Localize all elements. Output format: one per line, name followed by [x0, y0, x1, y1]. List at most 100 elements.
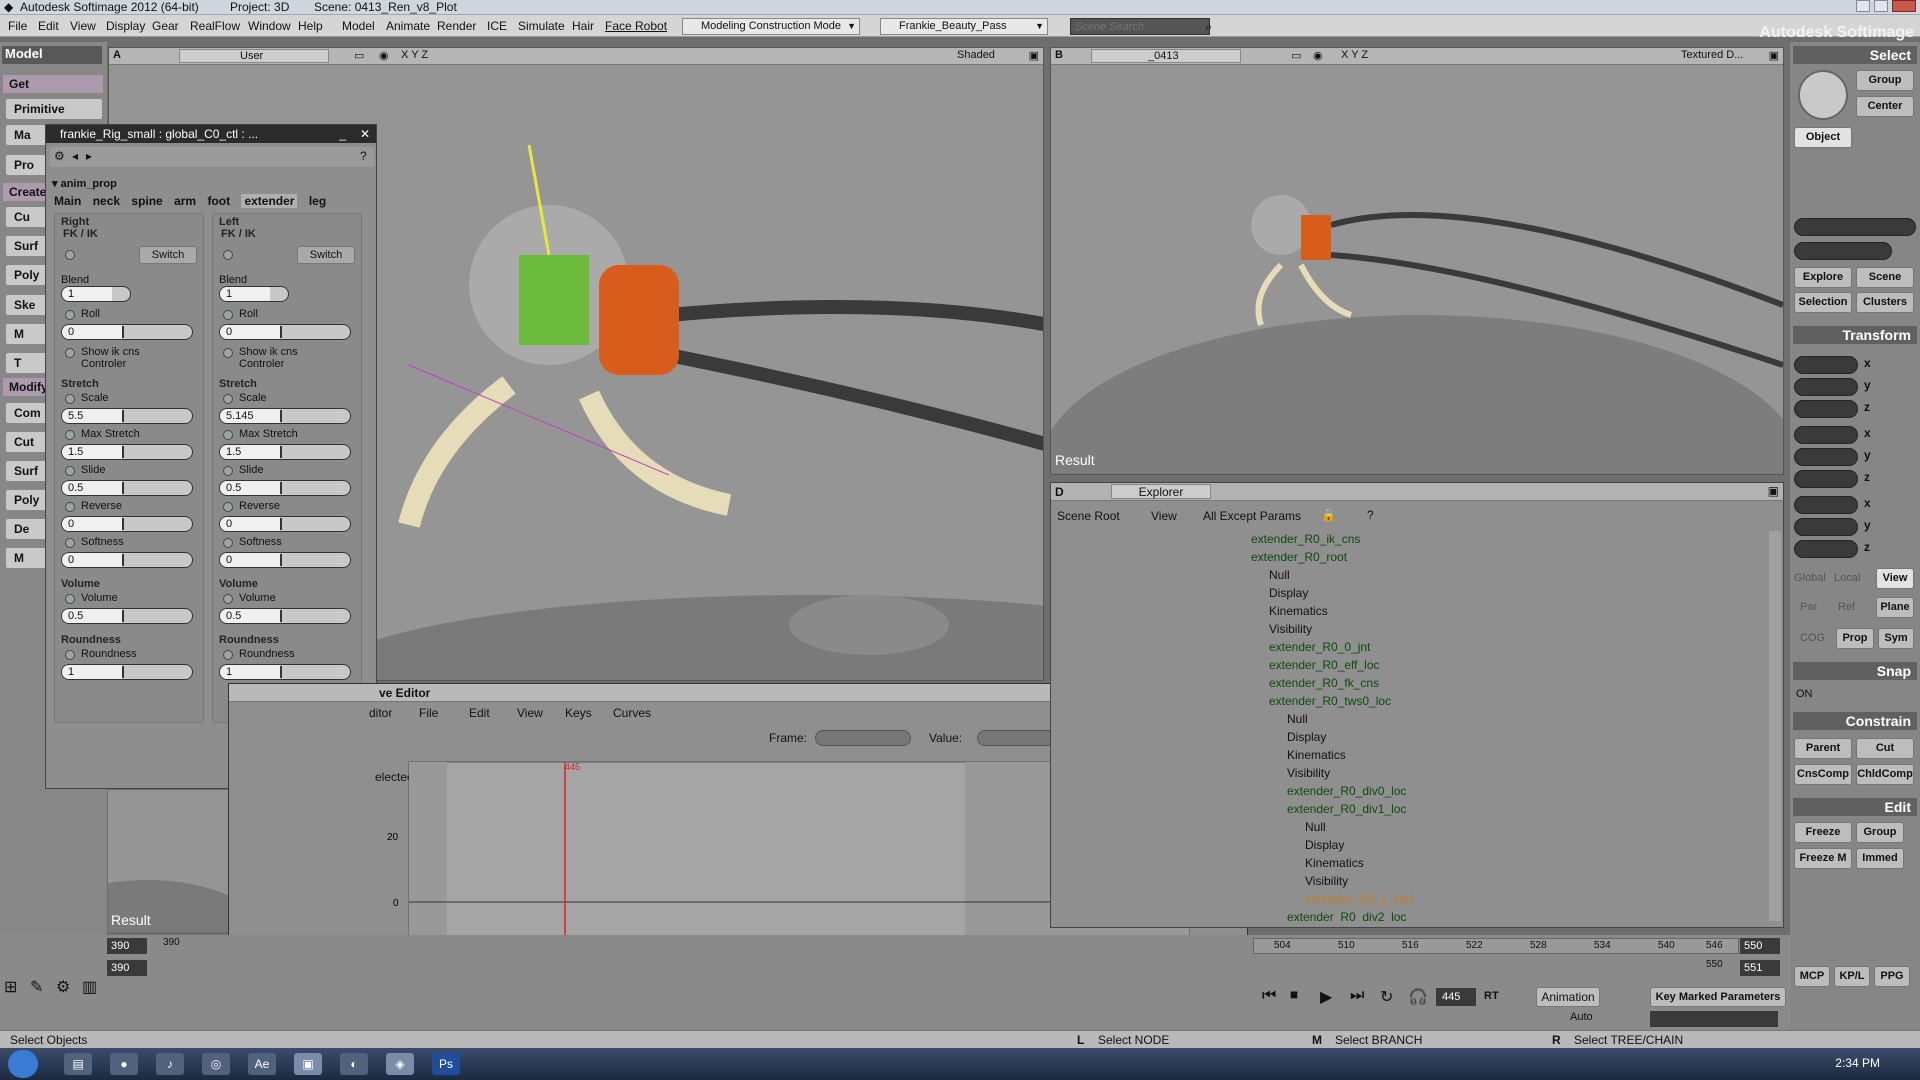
view-toggle[interactable]: View: [1876, 568, 1914, 589]
menu-face-robot[interactable]: Face Robot: [605, 19, 667, 33]
left-softness-checkbox[interactable]: [223, 538, 233, 548]
right-roll-slider[interactable]: 0: [61, 324, 193, 340]
local-toggle[interactable]: Local: [1834, 572, 1860, 584]
auto-key-toggle[interactable]: Auto: [1570, 1011, 1593, 1023]
next-key-icon[interactable]: ⏭: [1350, 987, 1364, 1005]
right-blend-slider[interactable]: 1: [61, 286, 131, 302]
current-frame-field[interactable]: 445: [1436, 988, 1476, 1006]
group-select-button[interactable]: Group: [1856, 70, 1914, 91]
explorer-scene-root[interactable]: Scene Root: [1057, 509, 1120, 523]
explore-button[interactable]: Explore: [1794, 267, 1852, 288]
mode-combo[interactable]: Modeling Construction Mode: [682, 18, 860, 35]
property-editor-minimize-icon[interactable]: _: [339, 125, 346, 143]
right-roll-checkbox[interactable]: [65, 310, 75, 320]
scene-button[interactable]: Scene: [1856, 267, 1914, 288]
viewport-b[interactable]: B _0413 ▭ ◉ X Y Z Textured D... ▣ Result: [1050, 47, 1784, 475]
explorer-filter[interactable]: All Except Params: [1203, 509, 1301, 523]
anim-prop-section[interactable]: ▾ anim_prop: [52, 177, 117, 190]
property-editor-tool-icon[interactable]: ⚙: [54, 149, 65, 163]
fcurve-menu-editor[interactable]: ditor: [369, 706, 392, 720]
prev-key-icon[interactable]: ⏮: [1262, 987, 1276, 1005]
select-arrow-icon[interactable]: [1798, 70, 1848, 120]
left-switch-button[interactable]: Switch: [297, 246, 355, 264]
tree-row[interactable]: Kinematics: [1305, 855, 1364, 871]
key-marked-parameters-button[interactable]: Key Marked Parameters: [1650, 987, 1786, 1007]
scale-x-field[interactable]: [1794, 356, 1858, 374]
tree-row[interactable]: Null: [1269, 567, 1290, 583]
right-roundness-slider[interactable]: 1: [61, 664, 193, 680]
snap-tool-icon[interactable]: ⊞: [4, 977, 17, 997]
loop-icon[interactable]: ↻: [1380, 987, 1393, 1007]
fcurve-menu-view[interactable]: View: [517, 706, 543, 720]
timeline-ruler[interactable]: 504 510 516 522 528 534 540 546: [1253, 938, 1739, 954]
tree-row[interactable]: extender_R0_ik_cns: [1251, 531, 1360, 547]
fcurve-menu-file[interactable]: File: [419, 706, 438, 720]
left-blend-slider[interactable]: 1: [219, 286, 289, 302]
tree-row[interactable]: extender_R0_root: [1251, 549, 1347, 565]
rotate-x-field[interactable]: [1794, 426, 1858, 444]
explorer-scrollbar[interactable]: [1769, 531, 1781, 921]
after-effects-taskbar-icon[interactable]: Ae: [248, 1053, 276, 1075]
softimage-taskbar-icon[interactable]: ▣: [294, 1053, 322, 1075]
left-volume-slider[interactable]: 0.5: [219, 608, 351, 624]
right-maxstretch-slider[interactable]: 1.5: [61, 444, 193, 460]
create-section-header[interactable]: Create: [3, 183, 51, 201]
minimize-button[interactable]: [1856, 0, 1870, 12]
parent-button[interactable]: Parent: [1794, 738, 1852, 759]
transform-section-header[interactable]: Transform: [1793, 326, 1917, 344]
constrain-section-header[interactable]: Constrain: [1793, 712, 1917, 730]
viewport-b-mode[interactable]: Textured D...: [1681, 49, 1743, 61]
right-scale-checkbox[interactable]: [65, 394, 75, 404]
center-select-button[interactable]: Center: [1856, 96, 1914, 117]
left-roll-checkbox[interactable]: [223, 310, 233, 320]
right-volume-slider[interactable]: 0.5: [61, 608, 193, 624]
close-window-button[interactable]: [1892, 0, 1916, 12]
tree-row[interactable]: extender_R0_1_shd: [1305, 891, 1413, 907]
explorer-view[interactable]: View: [1151, 509, 1177, 523]
search-icon[interactable]: ⌕: [1205, 19, 1212, 35]
right-fkik-checkbox[interactable]: [65, 250, 75, 260]
property-editor-forward-icon[interactable]: ▸: [86, 149, 92, 163]
right-reverse-checkbox[interactable]: [65, 502, 75, 512]
left-scale-slider[interactable]: 5.145: [219, 408, 351, 424]
menu-animate[interactable]: Animate: [386, 19, 430, 33]
tree-row[interactable]: extender_R0_div2_loc: [1287, 909, 1406, 921]
tab-leg[interactable]: leg: [309, 194, 326, 208]
menu-display[interactable]: Display: [106, 19, 145, 33]
tab-spine[interactable]: spine: [131, 194, 162, 208]
translate-x-field[interactable]: [1794, 496, 1858, 514]
menu-render[interactable]: Render: [437, 19, 476, 33]
right-softness-slider[interactable]: 0: [61, 552, 193, 568]
timeline-end-field[interactable]: 550: [1740, 938, 1780, 954]
viewport-a-axes[interactable]: X Y Z: [401, 49, 428, 61]
plane-toggle[interactable]: Plane: [1876, 597, 1914, 618]
fcurve-menu-edit[interactable]: Edit: [469, 706, 490, 720]
selection-button[interactable]: Selection: [1794, 292, 1852, 313]
animation-menu[interactable]: Animation: [1536, 987, 1600, 1007]
fcurve-menu-curves[interactable]: Curves: [613, 706, 651, 720]
menu-hair[interactable]: Hair: [572, 19, 594, 33]
menu-view[interactable]: View: [70, 19, 96, 33]
right-slide-slider[interactable]: 0.5: [61, 480, 193, 496]
frame-input[interactable]: [815, 730, 911, 746]
sym-toggle[interactable]: Sym: [1878, 628, 1914, 649]
tree-row[interactable]: Null: [1305, 819, 1326, 835]
viewport-b-axes[interactable]: X Y Z: [1341, 49, 1368, 61]
cut-button[interactable]: Cut: [1856, 738, 1914, 759]
left-roll-slider[interactable]: 0: [219, 324, 351, 340]
menu-simulate[interactable]: Simulate: [518, 19, 565, 33]
left-slide-slider[interactable]: 0.5: [219, 480, 351, 496]
menu-model[interactable]: Model: [342, 19, 375, 33]
tree-row[interactable]: extender_R0_div0_loc: [1287, 783, 1406, 799]
tree-row[interactable]: Display: [1287, 729, 1326, 745]
tab-foot[interactable]: foot: [207, 194, 230, 208]
property-editor-back-icon[interactable]: ◂: [72, 149, 78, 163]
left-softness-slider[interactable]: 0: [219, 552, 351, 568]
viewport-a-camera-icon[interactable]: ▭: [354, 49, 364, 62]
settings-tool-icon[interactable]: ⚙: [56, 977, 70, 997]
right-reverse-slider[interactable]: 0: [61, 516, 193, 532]
tree-row[interactable]: extender_R0_fk_cns: [1269, 675, 1379, 691]
left-slide-checkbox[interactable]: [223, 466, 233, 476]
left-reverse-slider[interactable]: 0: [219, 516, 351, 532]
viewport-b-eye-icon[interactable]: ◉: [1313, 49, 1323, 62]
